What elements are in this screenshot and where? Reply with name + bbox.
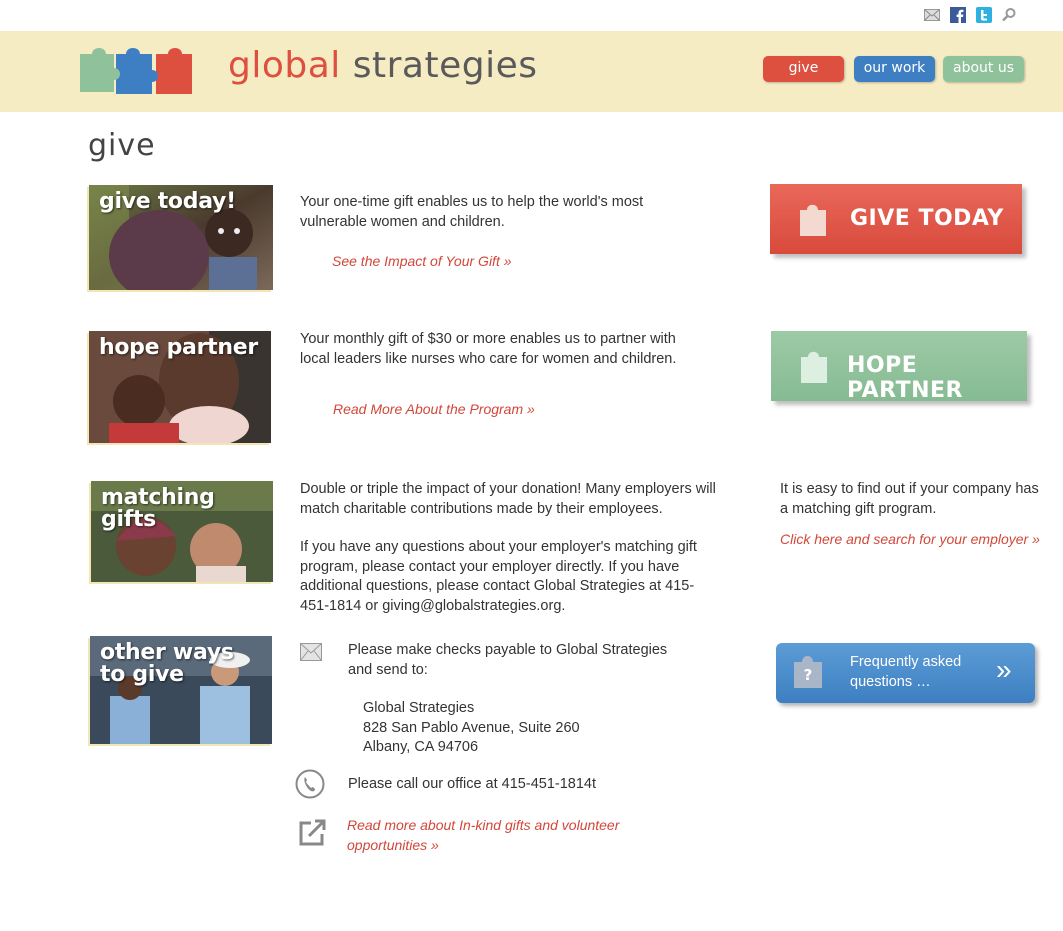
- hope-partner-button-label: HOPE PARTNER: [847, 353, 963, 403]
- matching-text-1: Double or triple the impact of your dona…: [300, 481, 716, 517]
- logo-word-strategies: strategies: [352, 45, 538, 86]
- nav-give[interactable]: give: [763, 56, 844, 82]
- hope-partner-photo: hope partner: [89, 331, 271, 443]
- give-today-text: Your one-time gift enables us to help th…: [300, 194, 644, 230]
- search-icon[interactable]: [1001, 7, 1017, 23]
- matching-side-text: It is easy to find out if your company h…: [780, 481, 1039, 517]
- chevron-right-icon: »: [996, 654, 1012, 685]
- svg-text:?: ?: [804, 666, 813, 684]
- puzzle-piece-icon: [801, 351, 827, 383]
- twitter-icon[interactable]: [976, 7, 992, 23]
- nav-about-us[interactable]: about us: [943, 56, 1024, 82]
- matching-gifts-photo-label: matching gifts: [101, 485, 215, 532]
- impact-of-gift-link[interactable]: See the Impact of Your Gift »: [332, 253, 512, 269]
- mailing-address: Global Strategies 828 San Pablo Avenue, …: [363, 699, 580, 758]
- hope-partner-photo-label: hope partner: [99, 335, 258, 360]
- phone-icon: [295, 769, 325, 799]
- mail-icon: [300, 643, 322, 661]
- other-ways-photo-label: other ways to give: [100, 642, 234, 686]
- page-title: give: [88, 128, 156, 163]
- checks-payable-text: Please make checks payable to Global Str…: [348, 642, 668, 678]
- faq-button[interactable]: ? Frequently asked questions … »: [776, 643, 1035, 703]
- matching-gifts-photo: matching gifts: [91, 481, 273, 582]
- address-line-1: Global Strategies: [363, 700, 475, 716]
- facebook-icon[interactable]: [950, 7, 966, 23]
- hope-partner-button[interactable]: HOPE PARTNER: [771, 331, 1027, 403]
- puzzle-logo-icon[interactable]: [76, 42, 196, 98]
- puzzle-piece-icon: [800, 204, 826, 236]
- inkind-gifts-link[interactable]: Read more about In-kind gifts and volunt…: [347, 815, 667, 855]
- give-today-button-label: GIVE TODAY: [850, 206, 1004, 231]
- address-line-2: 828 San Pablo Avenue, Suite 260: [363, 719, 580, 736]
- give-today-photo: give today!: [89, 185, 273, 290]
- external-link-icon: [299, 819, 326, 846]
- give-today-button[interactable]: GIVE TODAY: [770, 184, 1022, 254]
- give-today-photo-label: give today!: [99, 189, 236, 214]
- call-office-text: Please call our office at 415-451-1814t: [348, 776, 597, 792]
- other-ways-label-line2: to give: [100, 662, 184, 687]
- hope-partner-text: Your monthly gift of $30 or more enables…: [300, 331, 677, 367]
- faq-button-label: Frequently asked questions …: [850, 654, 962, 690]
- address-line-3: Albany, CA 94706: [363, 739, 479, 755]
- mail-icon[interactable]: [924, 7, 940, 23]
- read-more-program-link[interactable]: Read More About the Program »: [333, 401, 535, 417]
- other-ways-photo: other ways to give: [90, 636, 272, 744]
- top-utility-bar: [0, 0, 1063, 31]
- nav-our-work[interactable]: our work: [854, 56, 935, 82]
- logo-word-global: global: [228, 45, 341, 86]
- logo-wordmark[interactable]: global strategies: [228, 45, 538, 86]
- site-header: global strategies give our work about us: [0, 31, 1063, 112]
- question-puzzle-icon: ?: [794, 656, 822, 688]
- matching-text-2: If you have any questions about your emp…: [300, 539, 697, 614]
- search-employer-link[interactable]: Click here and search for your employer …: [780, 531, 1040, 547]
